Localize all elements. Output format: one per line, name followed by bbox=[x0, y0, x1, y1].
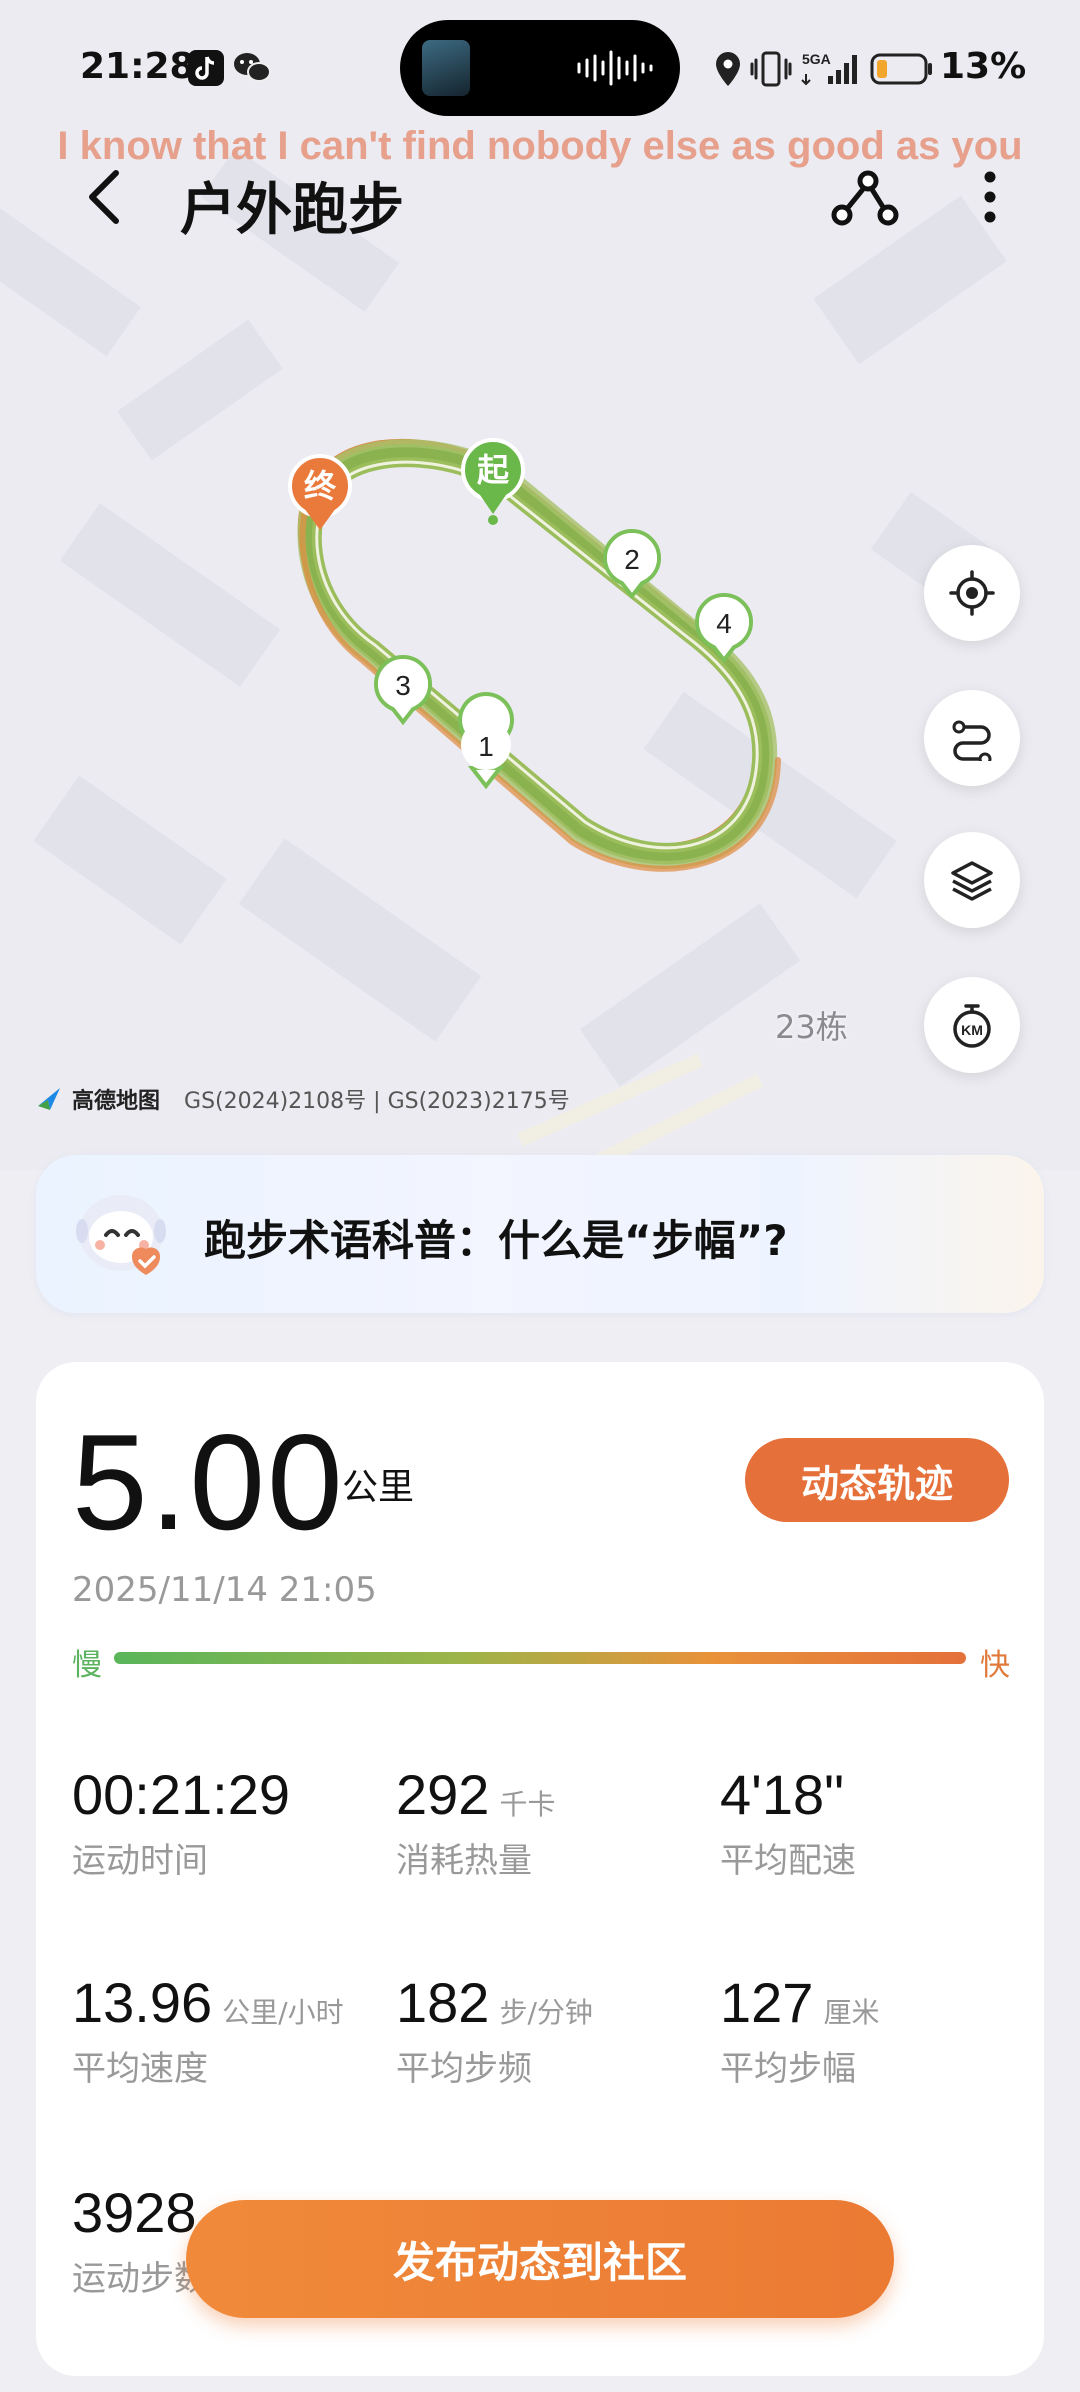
stat-value: 4'18" bbox=[720, 1763, 845, 1826]
publish-to-community-button[interactable]: 发布动态到社区 bbox=[186, 2200, 894, 2318]
wechat-icon bbox=[234, 53, 271, 82]
km-marker-4-label: 4 bbox=[716, 608, 732, 639]
stat-unit: 步/分钟 bbox=[499, 1996, 593, 2029]
now-playing-cover bbox=[422, 40, 470, 96]
route-button[interactable] bbox=[924, 690, 1020, 786]
pace-slow-label: 慢 bbox=[72, 1648, 102, 1683]
status-time: 21:28 bbox=[80, 46, 195, 87]
stat-value: 127 bbox=[720, 1971, 814, 2034]
svg-text:5GA: 5GA bbox=[802, 51, 831, 67]
map-credit: 高德地图 GS(2024)2108号 | GS(2023)2175号 bbox=[36, 1083, 570, 1115]
stat-label: 平均步幅 bbox=[720, 2049, 856, 2089]
chevron-left-icon bbox=[89, 170, 119, 224]
km-icon: KM bbox=[953, 1004, 991, 1048]
distance-value: 5.00 bbox=[72, 1406, 345, 1558]
map-provider: 高德地图 bbox=[72, 1089, 161, 1114]
building-label: 23栋 bbox=[775, 1008, 848, 1046]
stat-avg-pace: 4'18" 平均配速 bbox=[720, 1762, 856, 1882]
stat-label: 消耗热量 bbox=[396, 1841, 532, 1881]
stat-unit: 公里/小时 bbox=[222, 1996, 344, 2029]
layers-icon bbox=[951, 861, 993, 901]
dynamic-track-button[interactable]: 动态轨迹 bbox=[745, 1438, 1009, 1522]
stat-label: 平均步频 bbox=[396, 2049, 532, 2089]
svg-text:KM: KM bbox=[961, 1022, 983, 1038]
stat-unit: 千卡 bbox=[499, 1788, 556, 1821]
pace-fast-label: 快 bbox=[980, 1648, 1010, 1683]
stat-avg-stride: 127 厘米 平均步幅 bbox=[720, 1970, 879, 2090]
audio-wave-icon bbox=[577, 50, 653, 86]
stat-duration: 00:21:29 运动时间 bbox=[72, 1762, 290, 1882]
stat-unit: 厘米 bbox=[823, 1996, 880, 2029]
pace-gradient-bar bbox=[114, 1652, 966, 1664]
route-share-button[interactable] bbox=[830, 165, 900, 229]
locate-button[interactable] bbox=[924, 545, 1020, 641]
stat-avg-speed: 13.96 公里/小时 平均速度 bbox=[72, 1970, 344, 2090]
stat-label: 运动时间 bbox=[72, 1841, 208, 1881]
map-canvas: 1 2 3 4 终 起 bbox=[0, 148, 1010, 1167]
km-marker-3-label: 3 bbox=[395, 670, 411, 701]
back-button[interactable] bbox=[80, 165, 130, 229]
more-button[interactable] bbox=[970, 165, 1010, 229]
battery-percentage: 13% bbox=[940, 46, 1027, 87]
route-map[interactable]: 1 2 3 4 终 起 KM 23栋 高德地图 GS(2024)2108号 | … bbox=[0, 0, 1080, 1170]
stat-steps: 3928 运动步数 bbox=[72, 2180, 208, 2300]
stat-avg-cadence: 182 步/分钟 平均步频 bbox=[396, 1970, 593, 2090]
workout-datetime: 2025/11/14 21:05 bbox=[72, 1570, 377, 1610]
stat-value: 00:21:29 bbox=[72, 1763, 290, 1826]
stat-value: 292 bbox=[396, 1763, 490, 1826]
layers-button[interactable] bbox=[924, 832, 1020, 928]
running-tip-banner[interactable]: 跑步术语科普：什么是“步幅”? bbox=[36, 1155, 1044, 1313]
stat-calories: 292 千卡 消耗热量 bbox=[396, 1762, 555, 1882]
tiktok-icon bbox=[188, 50, 224, 86]
floating-lyric: I know that I can't find nobody else as … bbox=[57, 124, 1023, 168]
stat-value: 182 bbox=[396, 1971, 490, 2034]
distance-unit: 公里 bbox=[342, 1467, 415, 1508]
tip-text: 跑步术语科普：什么是“步幅”? bbox=[204, 1216, 788, 1265]
map-approval-number: GS(2024)2108号 | GS(2023)2175号 bbox=[184, 1089, 570, 1114]
amap-logo-icon bbox=[38, 1088, 60, 1110]
more-vertical-icon bbox=[984, 171, 996, 223]
stat-label: 平均速度 bbox=[72, 2049, 208, 2089]
km-marker-2-label: 2 bbox=[624, 544, 640, 575]
status-bar: 21:28 5GA 13% bbox=[0, 0, 1080, 135]
stat-value: 13.96 bbox=[72, 1971, 213, 2034]
locate-icon bbox=[949, 570, 995, 616]
start-marker-label: 起 bbox=[477, 451, 510, 489]
assistant-avatar-icon bbox=[76, 1195, 166, 1275]
route-share-icon bbox=[831, 170, 899, 226]
end-marker-label: 终 bbox=[304, 467, 337, 505]
stat-label: 平均配速 bbox=[720, 1841, 856, 1881]
dynamic-island[interactable] bbox=[400, 20, 680, 116]
km-marker-1-label: 1 bbox=[478, 731, 494, 762]
stat-value: 3928 bbox=[72, 2181, 197, 2244]
page-title: 户外跑步 bbox=[180, 178, 404, 243]
km-split-button[interactable]: KM bbox=[924, 977, 1020, 1073]
route-icon bbox=[952, 720, 992, 761]
signal-5ga-icon: 5GA bbox=[801, 51, 857, 86]
vibrate-icon bbox=[750, 51, 792, 87]
battery-icon bbox=[870, 53, 932, 85]
start-marker[interactable]: 起 bbox=[461, 438, 525, 525]
location-icon bbox=[716, 52, 740, 86]
